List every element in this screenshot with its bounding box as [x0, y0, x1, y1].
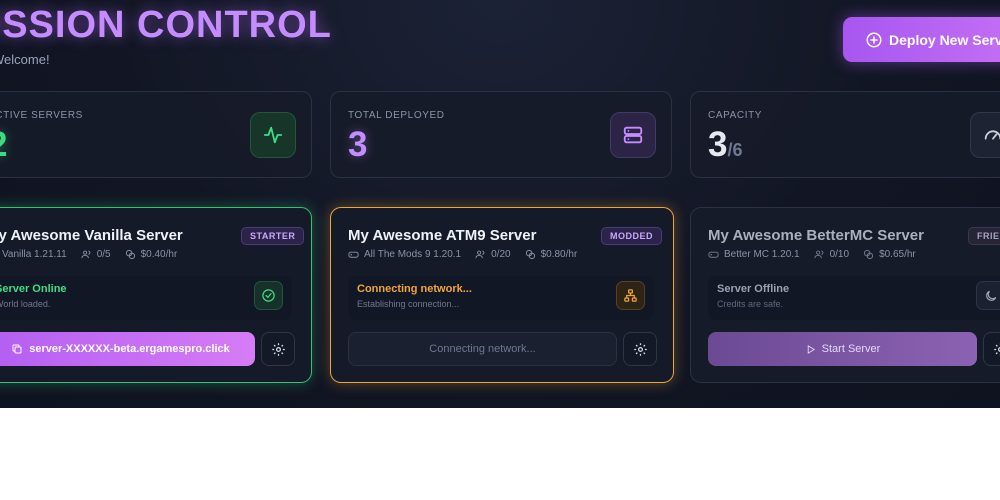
stat-value-max: /6	[727, 140, 743, 160]
users-icon	[814, 250, 823, 259]
page-title: MISSION CONTROL	[0, 4, 332, 46]
deploy-button-label: Deploy New Server	[889, 31, 1000, 48]
gear-icon	[633, 342, 647, 356]
connecting-label: Connecting network...	[429, 343, 536, 355]
player-count: 0/5	[96, 249, 111, 260]
server-status: Server Offline Credits are safe.	[708, 276, 1000, 320]
status-subtitle: Establishing connection...	[357, 299, 460, 309]
status-title: Server Offline	[717, 283, 790, 295]
hourly-price: $0.80/hr	[540, 249, 578, 260]
copy-address-button[interactable]: server-XXXXXX-beta.ergamespro.click	[0, 332, 255, 366]
stat-value: 3	[348, 125, 368, 164]
mission-control-app: MISSION CONTROL Welcome! Deploy New Serv…	[0, 0, 1000, 408]
gamepad-icon	[708, 251, 719, 258]
activity-icon	[250, 112, 296, 158]
stat-value: 2	[0, 125, 7, 165]
gamepad-icon	[348, 251, 359, 258]
stat-card-active-servers: ACTIVE SERVERS 2	[0, 91, 312, 178]
server-name: My Awesome BetterMC Server	[708, 227, 924, 244]
stat-value-main: 3	[708, 125, 728, 164]
status-subtitle: World loaded.	[0, 299, 51, 309]
plan-badge: FRIENDS	[968, 227, 1000, 245]
stat-value: 3/6	[708, 125, 742, 165]
moon-icon	[976, 281, 1000, 310]
hourly-price: $0.65/hr	[879, 249, 916, 260]
server-version: Vanilla 1.21.11	[2, 249, 67, 260]
users-icon	[475, 250, 485, 259]
player-count: 0/20	[491, 249, 511, 260]
gauge-icon	[970, 112, 1000, 158]
coins-icon	[125, 249, 135, 260]
settings-button[interactable]	[261, 332, 295, 366]
server-icon	[610, 112, 656, 158]
plus-circle-icon	[866, 32, 882, 47]
coins-icon	[525, 249, 535, 260]
stat-card-total-deployed: TOTAL DEPLOYED 3	[330, 91, 672, 178]
server-version: Better MC 1.20.1	[724, 249, 800, 260]
plan-badge: MODDED	[601, 227, 662, 245]
users-icon	[81, 250, 91, 259]
start-server-button[interactable]: Start Server	[708, 332, 977, 366]
server-card-vanilla: My Awesome Vanilla Server STARTER Vanill…	[0, 207, 312, 383]
hourly-price: $0.40/hr	[140, 249, 178, 260]
check-circle-icon	[254, 281, 283, 310]
gear-icon	[271, 342, 285, 356]
copy-icon	[12, 344, 22, 354]
status-subtitle: Credits are safe.	[717, 299, 784, 309]
server-version: All The Mods 9 1.20.1	[364, 249, 462, 260]
server-meta: Better MC 1.20.1 0/10 $0.65/hr	[708, 249, 916, 260]
status-title: Connecting network...	[357, 283, 472, 295]
server-status: Connecting network... Establishing conne…	[348, 276, 654, 320]
status-title: Server Online	[0, 283, 67, 295]
server-name: My Awesome ATM9 Server	[348, 227, 537, 244]
coins-icon	[863, 249, 874, 260]
stat-label: ACTIVE SERVERS	[0, 110, 83, 121]
server-meta: Vanilla 1.21.11 0/5 $0.40/hr	[0, 249, 177, 260]
settings-button[interactable]	[983, 332, 1000, 366]
server-card-bettermc: My Awesome BetterMC Server FRIENDS Bette…	[690, 207, 1000, 383]
stat-label: TOTAL DEPLOYED	[348, 110, 445, 121]
stat-card-capacity: CAPACITY 3/6	[690, 91, 1000, 178]
start-server-label: Start Server	[821, 343, 881, 355]
gear-icon	[993, 342, 1000, 356]
deploy-new-server-button[interactable]: Deploy New Server	[843, 17, 1000, 62]
settings-button[interactable]	[623, 332, 657, 366]
server-meta: All The Mods 9 1.20.1 0/20 $0.80/hr	[348, 249, 577, 260]
server-address: server-XXXXXX-beta.ergamespro.click	[29, 343, 230, 355]
plan-badge: STARTER	[241, 227, 305, 245]
connecting-button[interactable]: Connecting network...	[348, 332, 617, 366]
page-subtitle: Welcome!	[0, 52, 50, 67]
server-status: Server Online World loaded.	[0, 276, 292, 320]
player-count: 0/10	[829, 249, 850, 260]
play-icon	[807, 344, 815, 354]
server-card-atm9: My Awesome ATM9 Server MODDED All The Mo…	[330, 207, 674, 383]
server-name: My Awesome Vanilla Server	[0, 227, 183, 244]
stat-label: CAPACITY	[708, 110, 763, 121]
network-icon	[616, 281, 645, 310]
